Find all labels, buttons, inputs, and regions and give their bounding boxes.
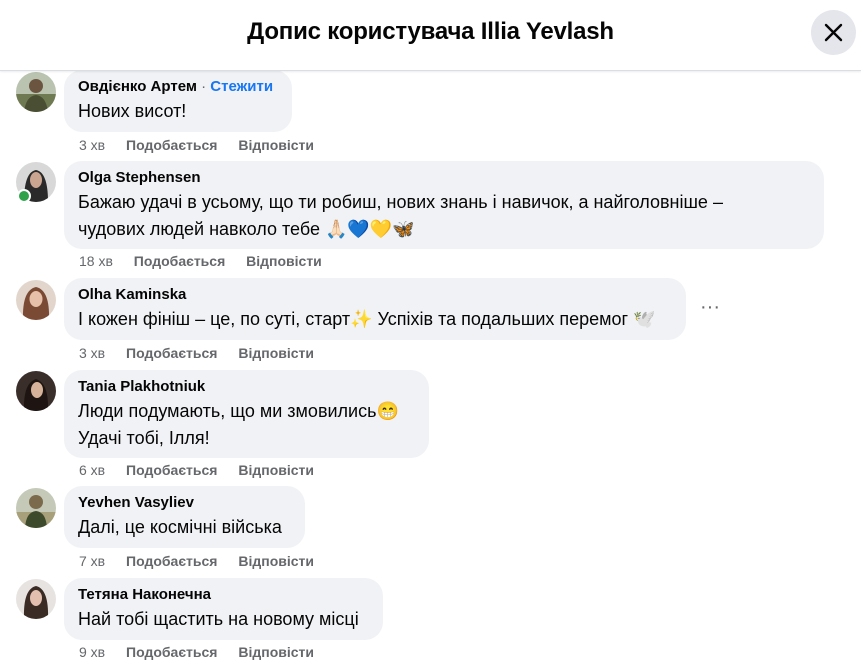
dialog-header: Допис користувача Illia Yevlash — [0, 0, 861, 71]
comment-time[interactable]: 3 хв — [79, 345, 105, 361]
comment-time[interactable]: 6 хв — [79, 462, 105, 478]
comments-list: Овдієнко Артем · Стежити Нових висот! 3 … — [0, 0, 861, 665]
comment-author[interactable]: Olga Stephensen — [78, 169, 810, 187]
separator: · — [201, 78, 207, 95]
reply-button[interactable]: Відповісти — [238, 644, 314, 660]
like-button[interactable]: Подобається — [134, 253, 225, 269]
like-button[interactable]: Подобається — [126, 644, 217, 660]
comment-bubble: Yevhen Vasyliev Далі, це космічні військ… — [64, 486, 305, 548]
comment-bubble: Olga Stephensen Бажаю удачі в усьому, що… — [64, 161, 824, 249]
like-button[interactable]: Подобається — [126, 137, 217, 153]
avatar[interactable] — [16, 280, 56, 320]
comment-text: Далі, це космічні війська — [78, 517, 282, 537]
comment-text: Нових висот! — [78, 101, 187, 121]
close-icon — [824, 23, 843, 42]
reply-button[interactable]: Відповісти — [238, 462, 314, 478]
comment-text: Удачі тобі, Ілля! — [78, 428, 210, 448]
comment-author[interactable]: Тетяна Наконечна — [78, 586, 369, 604]
comment-time[interactable]: 18 хв — [79, 253, 113, 269]
more-options-icon[interactable]: ··· — [696, 296, 724, 324]
comment-author[interactable]: Yevhen Vasyliev — [78, 494, 291, 512]
close-button[interactable] — [811, 10, 856, 55]
avatar[interactable] — [16, 488, 56, 528]
avatar[interactable] — [16, 72, 56, 112]
comment-author[interactable]: Olha Kaminska — [78, 286, 672, 304]
follow-button[interactable]: Стежити — [210, 78, 273, 95]
comment-bubble: Tania Plakhotniuk Люди подумають, що ми … — [64, 370, 429, 458]
comment-bubble: Olha Kaminska І кожен фініш – це, по сут… — [64, 278, 686, 340]
comment-text: Бажаю удачі в усьому, що ти робиш, нових… — [78, 192, 723, 212]
comment-author[interactable]: Tania Plakhotniuk — [78, 378, 415, 396]
reply-button[interactable]: Відповісти — [238, 345, 314, 361]
reply-button[interactable]: Відповісти — [238, 553, 314, 569]
comment-bubble: Овдієнко Артем · Стежити Нових висот! — [64, 70, 292, 132]
dialog-title: Допис користувача Illia Yevlash — [247, 18, 614, 45]
online-status-icon — [17, 189, 31, 203]
like-button[interactable]: Подобається — [126, 345, 217, 361]
comment-author[interactable]: Овдієнко Артем — [78, 78, 197, 95]
comment-text: чудових людей навколо тебе 🙏🏻💙💛🦋 — [78, 219, 415, 239]
comment-text: І кожен фініш – це, по суті, старт✨ Успі… — [78, 309, 656, 329]
like-button[interactable]: Подобається — [126, 553, 217, 569]
comment-text: Най тобі щастить на новому місці — [78, 609, 359, 629]
comment-time[interactable]: 3 хв — [79, 137, 105, 153]
comment-time[interactable]: 9 хв — [79, 644, 105, 660]
avatar[interactable] — [16, 371, 56, 411]
reply-button[interactable]: Відповісти — [238, 137, 314, 153]
avatar[interactable] — [16, 579, 56, 619]
comment-time[interactable]: 7 хв — [79, 553, 105, 569]
comment-bubble: Тетяна Наконечна Най тобі щастить на нов… — [64, 578, 383, 640]
reply-button[interactable]: Відповісти — [246, 253, 322, 269]
comment-text: Люди подумають, що ми змовились😁 — [78, 401, 399, 421]
like-button[interactable]: Подобається — [126, 462, 217, 478]
